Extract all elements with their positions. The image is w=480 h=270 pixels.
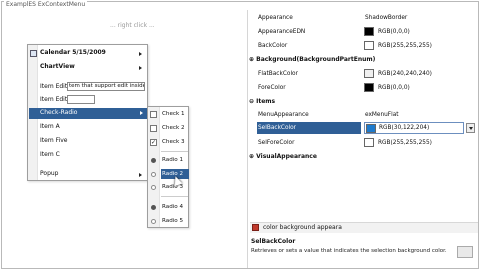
menu-item-five[interactable]: Item Five [40,136,68,146]
category-visual-appearance[interactable]: ⊕ VisualAppearance [249,152,317,162]
color-icon [252,224,259,231]
submenu-item-check3[interactable]: Check 3 [162,137,185,147]
radio1-selected-icon [151,158,156,163]
prop-flatbackcolor-value[interactable]: RGB(240,240,240) [378,69,432,79]
item-edit2-field[interactable] [67,95,95,104]
menu-item-edit2-label: Item Edit [40,96,68,103]
menu-item-a[interactable]: Item A [40,122,60,132]
submenu-item-check1[interactable]: Check 1 [162,109,185,119]
menu-item-check-radio-selected[interactable]: Check-Radio [29,108,148,119]
prop-forecolor-value[interactable]: RGB(0,0,0) [378,83,410,93]
prop-menuappearance-value[interactable]: exMenuFlat [365,110,399,120]
item-edit-field[interactable]: tem that support edit inside [67,82,145,91]
submenu-separator [161,196,188,197]
submenu-item-radio4[interactable]: Radio 4 [162,202,183,212]
prop-selbackcolor-value[interactable]: RGB(30,122,204) [379,123,429,133]
prop-appearance-edn-name[interactable]: AppearanceEDN [258,27,305,37]
help-button[interactable] [457,246,473,258]
prop-backcolor-name[interactable]: BackColor [258,41,287,51]
check-radio-submenu: Check 1 Check 2 ✓ Check 3 Radio 1 Radio … [147,106,189,228]
prop-backcolor-value[interactable]: RGB(255,255,255) [378,41,432,51]
prop-forecolor-name[interactable]: ForeColor [258,83,286,93]
splitter[interactable] [247,10,248,268]
category-background-label: Background(BackgroundPartEnum) [256,56,376,63]
description-property-name: SelBackColor [251,238,296,245]
submenu-arrow-icon [139,66,142,70]
category-background[interactable]: ⊕ Background(BackgroundPartEnum) [249,55,375,65]
calendar-icon [30,50,37,57]
color-swatch [366,124,376,133]
prop-appearance-value[interactable]: ShadowBorder [365,13,407,23]
prop-menuappearance-name[interactable]: MenuAppearance [258,110,309,120]
menu-item-popup[interactable]: Popup [40,169,59,179]
radio5-icon [151,219,156,224]
check2-checkbox-icon [150,125,157,132]
menu-item-edit-label: Item Edit [40,83,68,90]
prop-selbackcolor-name[interactable]: SelBackColor [258,123,296,133]
submenu-separator [161,151,188,152]
prop-appearance-edn-value[interactable]: RGB(0,0,0) [378,27,410,37]
prop-flatbackcolor-name[interactable]: FlatBackColor [258,69,298,79]
category-items[interactable]: ⊖ Items [249,97,275,107]
color-swatch [364,83,374,92]
submenu-item-check2[interactable]: Check 2 [162,123,185,133]
submenu-arrow-icon [140,111,143,115]
prop-selforecolor-value[interactable]: RGB(255,255,255) [378,138,432,148]
submenu-item-radio5[interactable]: Radio 5 [162,216,183,226]
dropdown-button[interactable] [466,123,475,133]
submenu-item-radio1[interactable]: Radio 1 [162,155,183,165]
description-text: Retrieves or sets a value that indicates… [251,248,447,254]
color-swatch [364,41,374,50]
prop-appearance-name[interactable]: Appearance [258,13,293,23]
right-click-hint: ... right click ... [110,22,155,29]
color-swatch [364,69,374,78]
radio3-icon [151,185,156,190]
category-items-label: Items [256,98,276,105]
window-title: ExamplES ExContextMenu [4,0,88,10]
prop-selforecolor-name[interactable]: SelForeColor [258,138,295,148]
radio4-selected-icon [151,205,156,210]
submenu-arrow-icon [139,173,142,177]
submenu-arrow-icon [139,52,142,56]
context-menu: Calendar 5/15/2009 ChartView Item Edit t… [27,44,148,181]
menu-item-calendar[interactable]: Calendar 5/15/2009 [40,48,106,58]
color-swatch [364,138,374,147]
menu-item-chartview[interactable]: ChartView [40,62,75,72]
category-visual-appearance-label: VisualAppearance [256,153,317,160]
check1-checkbox-icon [150,111,157,118]
check3-checked-icon: ✓ [150,139,157,146]
color-swatch [364,27,374,36]
menu-item-c[interactable]: Item C [40,150,60,160]
menu-item-check-radio[interactable]: Check-Radio [40,108,77,118]
radio2-icon [151,172,156,177]
help-title: color background appeara [263,224,342,231]
